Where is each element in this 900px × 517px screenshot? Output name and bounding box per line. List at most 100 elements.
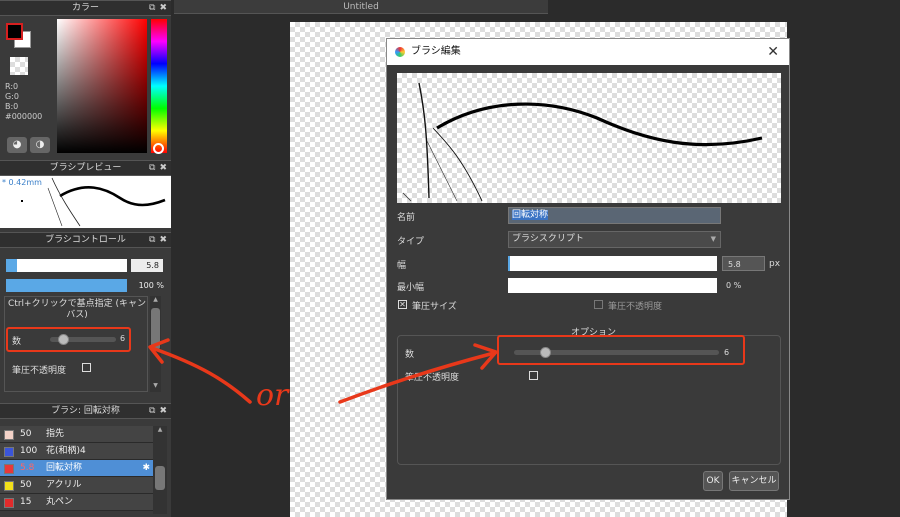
cancel-button[interactable]: キャンセル xyxy=(729,471,779,491)
brush-list-title: ブラシ: 回転対称 ⧉ ✖ xyxy=(0,403,171,419)
brush-size: 50 xyxy=(20,429,32,439)
brush-size: 50 xyxy=(20,480,32,490)
pressure-opacity-checkbox[interactable] xyxy=(594,300,603,309)
popout-icon[interactable]: ⧉ xyxy=(149,406,155,416)
palette-icon: ◕ xyxy=(12,139,22,150)
pressure-size-checkbox[interactable]: ✕ xyxy=(398,300,407,309)
brush-list-title-text: ブラシ: 回転対称 xyxy=(51,406,120,416)
chevron-down-icon: ▼ xyxy=(710,235,716,243)
brush-name: アクリル xyxy=(46,480,82,490)
min-width-label: 最小幅 xyxy=(397,283,425,293)
palette-button[interactable]: ◕ xyxy=(7,137,27,153)
brush-size: 100 xyxy=(20,446,38,456)
brush-list-item-selected[interactable]: 5.8 回転対称 ✱ xyxy=(0,460,153,477)
brush-list-item[interactable]: 15 丸ペン xyxy=(0,494,153,511)
brush-color-swatch xyxy=(4,447,14,457)
brush-name: 丸ペン xyxy=(46,497,74,507)
pressure-opacity-checkbox-2[interactable] xyxy=(529,371,538,380)
brush-list-scrollbar[interactable]: ▲ xyxy=(153,426,167,514)
pressure-opacity-label: 筆圧不透明度 xyxy=(608,302,663,312)
brush-width-fill xyxy=(6,259,17,272)
annotation-or-text: or xyxy=(256,378,289,413)
scroll-up-icon[interactable]: ▲ xyxy=(153,426,167,436)
brush-width-value[interactable]: 5.8 xyxy=(131,259,163,272)
brush-name: 回転対称 xyxy=(46,463,83,473)
brush-control-title-text: ブラシコントロール xyxy=(45,235,126,245)
color-panel-title-text: カラー xyxy=(71,3,99,13)
brush-list-item[interactable]: 100 花(和柄)4 xyxy=(0,443,153,460)
pressure-size-label: 筆圧サイズ xyxy=(412,302,457,312)
dialog-title-bar[interactable]: ブラシ編集 ✕ xyxy=(387,39,789,65)
brush-color-swatch xyxy=(4,481,14,491)
base-point-hint: Ctrl+クリックで基点指定 (キャンバス) xyxy=(8,299,146,320)
pressure-opacity-label-2: 筆圧不透明度 xyxy=(405,373,460,383)
brush-color-swatch xyxy=(4,464,14,474)
width-value[interactable]: 5.8 xyxy=(722,256,765,271)
color-picker-button[interactable]: ◑ xyxy=(30,137,50,153)
highlight-count-dialog xyxy=(497,335,745,365)
document-tab[interactable]: Untitled xyxy=(174,0,548,14)
close-icon[interactable]: ✖ xyxy=(159,235,167,245)
saturation-value-field[interactable] xyxy=(57,19,147,153)
brush-list-item[interactable]: 50 指先 xyxy=(0,426,153,443)
popout-icon[interactable]: ⧉ xyxy=(149,3,155,13)
app-icon xyxy=(395,47,405,57)
b-value: B:0 xyxy=(5,102,19,111)
brush-opacity-value: 100 % xyxy=(138,281,164,290)
highlight-count-left xyxy=(6,327,131,352)
type-select-value: ブラシスクリプト xyxy=(512,234,584,244)
close-icon[interactable]: ✖ xyxy=(159,3,167,13)
name-input[interactable]: 回転対称 xyxy=(508,207,721,224)
brush-preview-title-text: ブラシプレビュー xyxy=(49,163,122,173)
color-panel-title: カラー ⧉ ✖ xyxy=(0,0,171,16)
brush-list-item[interactable]: 50 アクリル xyxy=(0,477,153,494)
foreground-color-swatch[interactable] xyxy=(6,23,23,40)
width-unit: px xyxy=(769,259,781,269)
ok-button[interactable]: OK xyxy=(703,471,723,491)
close-icon[interactable]: ✕ xyxy=(767,39,779,65)
width-slider-fill xyxy=(508,256,510,271)
brush-size: 15 xyxy=(20,497,32,507)
left-panel-dock: カラー ⧉ ✖ R:0 G:0 B:0 #000000 ◕ ◑ ブラシプレビュー … xyxy=(0,0,171,517)
brush-preview-title: ブラシプレビュー ⧉ ✖ xyxy=(0,160,171,176)
close-icon[interactable]: ✖ xyxy=(159,406,167,416)
type-select[interactable]: ブラシスクリプト ▼ xyxy=(508,231,721,248)
scroll-up-icon[interactable]: ▲ xyxy=(150,296,161,306)
brush-color-swatch xyxy=(4,498,14,508)
brush-width-bar[interactable] xyxy=(6,259,127,272)
scroll-thumb[interactable] xyxy=(155,466,165,490)
min-width-value: 0 % xyxy=(726,281,742,290)
stroke-preview-svg xyxy=(402,82,763,202)
transparent-color-swatch[interactable] xyxy=(10,57,28,75)
brush-options-scrollbar[interactable]: ▲ ▼ xyxy=(150,296,161,392)
min-width-slider[interactable] xyxy=(508,278,717,293)
r-value: R:0 xyxy=(5,82,19,91)
brush-color-swatch xyxy=(4,430,14,440)
hue-handle[interactable] xyxy=(153,143,164,154)
scroll-thumb[interactable] xyxy=(151,308,160,350)
brush-opacity-bar[interactable] xyxy=(6,279,127,292)
name-input-value: 回転対称 xyxy=(512,210,549,220)
g-value: G:0 xyxy=(5,92,19,101)
brush-name: 指先 xyxy=(46,429,65,439)
pressure-opacity-label: 筆圧不透明度 xyxy=(12,366,67,376)
color-wheel-icon: ◑ xyxy=(35,139,45,150)
brush-list: 50 指先 100 花(和柄)4 5.8 回転対称 ✱ 50 アクリル 15 丸… xyxy=(0,423,171,517)
hex-value: #000000 xyxy=(5,112,43,121)
brush-preview-stroke xyxy=(47,177,166,227)
brush-name: 花(和柄)4 xyxy=(46,446,86,456)
name-label: 名前 xyxy=(397,213,416,223)
popout-icon[interactable]: ⧉ xyxy=(149,163,155,173)
count-label: 数 xyxy=(405,350,415,360)
dialog-title: ブラシ編集 xyxy=(411,46,461,57)
gear-icon[interactable]: ✱ xyxy=(142,460,150,477)
close-icon[interactable]: ✖ xyxy=(159,163,167,173)
popout-icon[interactable]: ⧉ xyxy=(149,235,155,245)
width-slider[interactable] xyxy=(508,256,717,271)
hue-strip[interactable] xyxy=(151,19,167,153)
rgb-readout: R:0 G:0 B:0 #000000 xyxy=(5,82,42,122)
width-label: 幅 xyxy=(397,261,407,271)
pressure-opacity-checkbox[interactable] xyxy=(82,363,91,372)
document-tab-title: Untitled xyxy=(343,2,379,12)
scroll-down-icon[interactable]: ▼ xyxy=(150,382,161,392)
